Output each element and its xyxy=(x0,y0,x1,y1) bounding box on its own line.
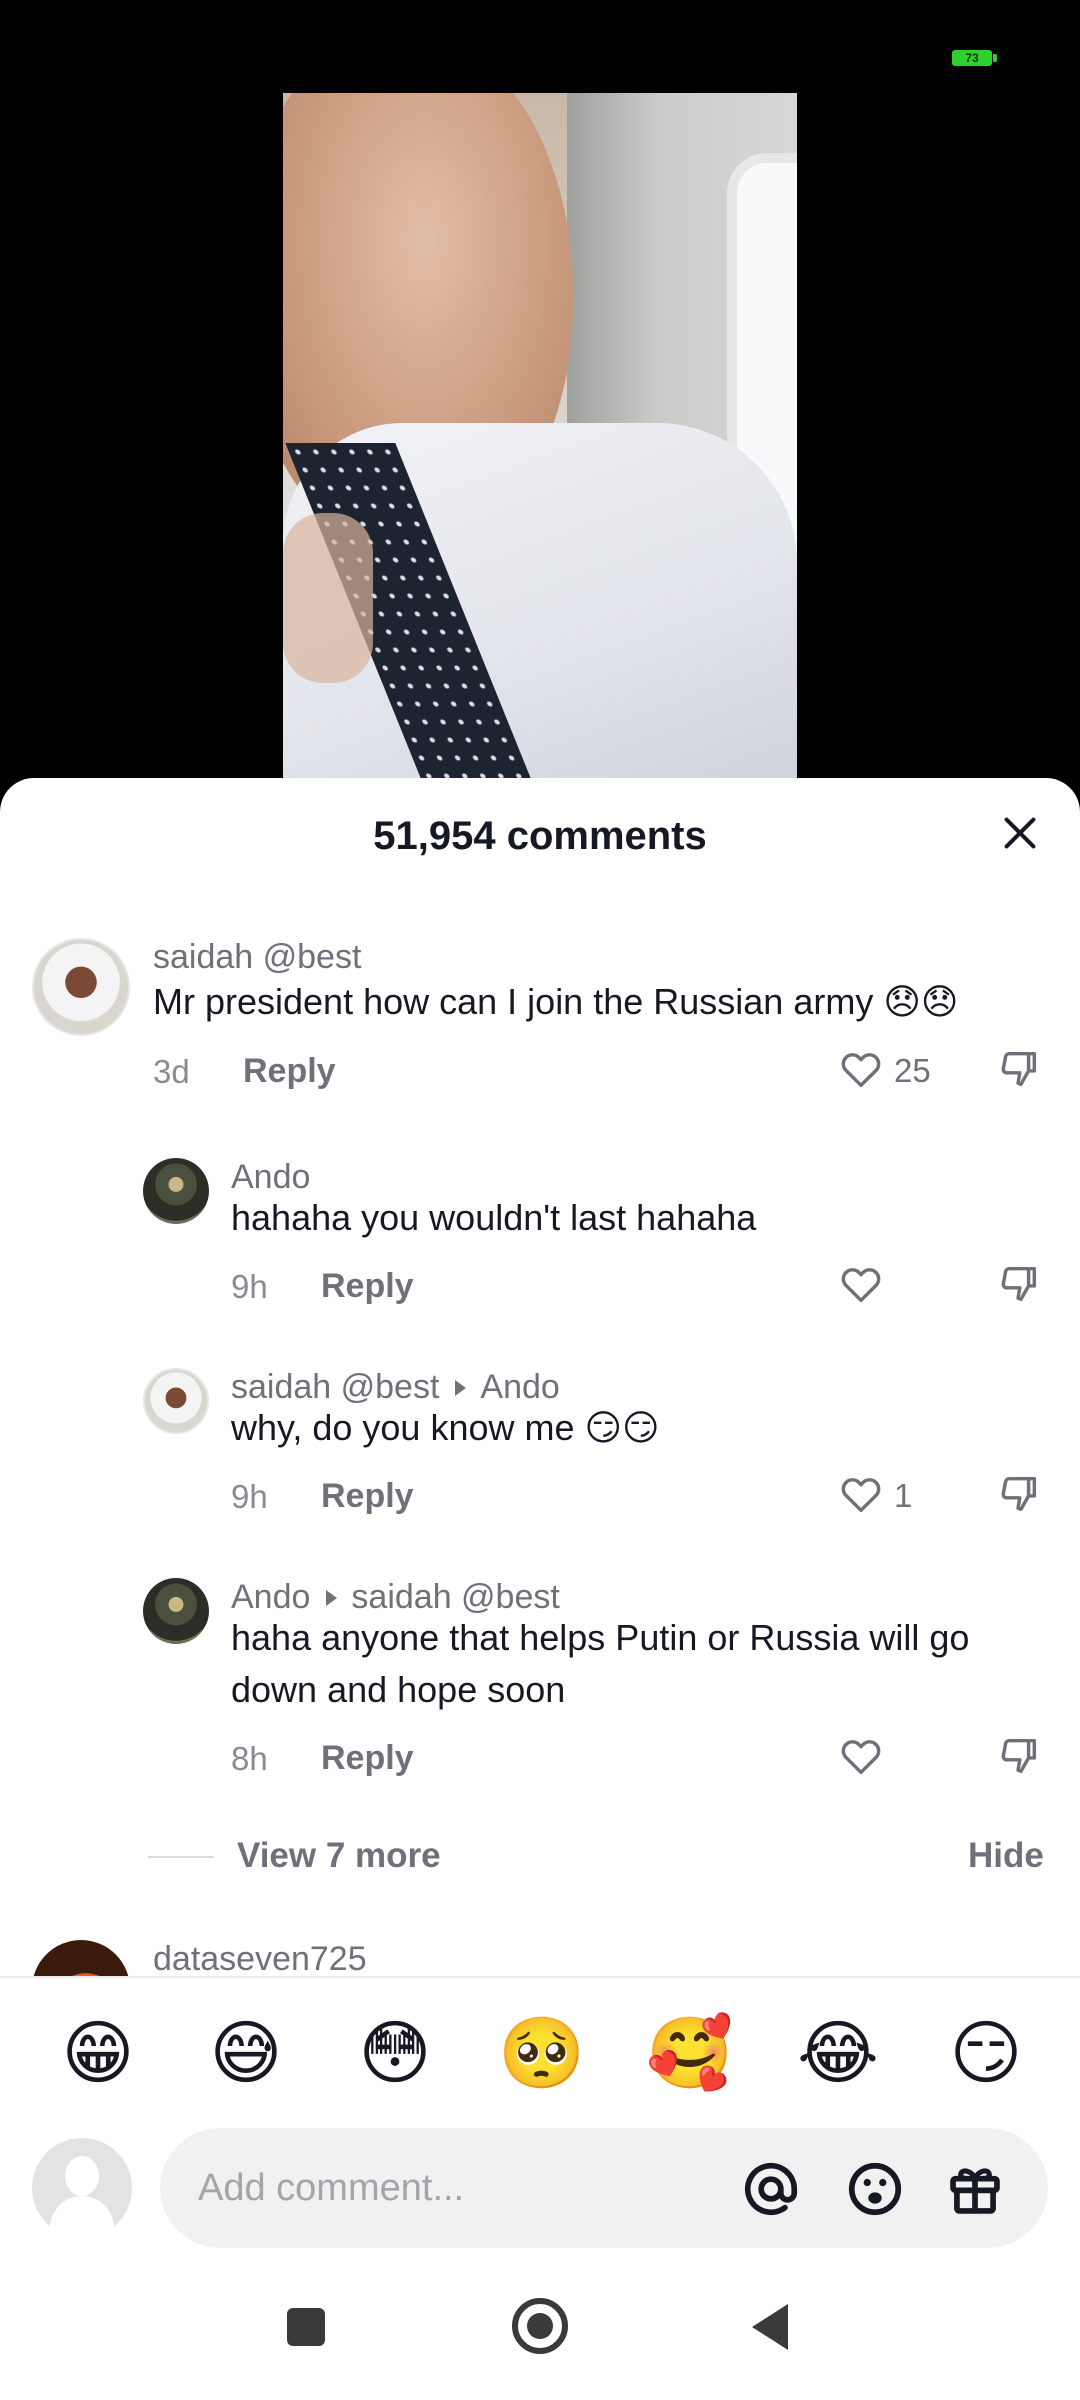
comment-text: haha anyone that helps Putin or Russia w… xyxy=(231,1617,970,1710)
like-button[interactable]: 1 xyxy=(838,1471,938,1521)
thumbs-down-icon xyxy=(1001,1738,1037,1774)
dislike-button[interactable] xyxy=(996,1261,1044,1309)
comment-input[interactable] xyxy=(198,2158,738,2218)
comments-header: 51,954 comments xyxy=(0,778,1080,898)
comments-count-title: 51,954 comments xyxy=(373,814,707,858)
battery-icon: 73 xyxy=(952,50,997,66)
emoji-button[interactable]: 🥰 xyxy=(645,2008,735,2098)
comment-text: hahaha you wouldn't last hahaha xyxy=(231,1197,757,1238)
emoji-button[interactable]: 😳 xyxy=(350,2008,440,2098)
reply-target[interactable]: Ando xyxy=(480,1368,559,1406)
comment-input-row xyxy=(0,2128,1080,2248)
my-avatar[interactable] xyxy=(32,2138,132,2238)
avatar[interactable] xyxy=(143,1578,209,1644)
comment-time: 9h xyxy=(231,1268,268,1305)
view-more-replies-button[interactable]: View 7 more xyxy=(237,1836,441,1876)
gift-icon[interactable] xyxy=(944,2158,1006,2220)
reply-button[interactable]: Reply xyxy=(243,1052,336,1091)
like-button[interactable] xyxy=(838,1733,898,1783)
comment-text: why, do you know me 😏😏 xyxy=(231,1407,660,1448)
comment-item: dataseven725 xyxy=(0,1940,1080,1980)
reply-button[interactable]: Reply xyxy=(321,1739,414,1778)
home-button[interactable] xyxy=(512,2298,568,2354)
avatar[interactable] xyxy=(32,1940,130,1980)
comment-item: saidah @best Mr president how can I join… xyxy=(0,938,1080,1091)
comment-composer: 😁 😅 😳 🥺 🥰 😂 😏 xyxy=(0,1976,1080,2400)
like-count: 25 xyxy=(894,1052,931,1089)
comment-username[interactable]: saidah @best xyxy=(153,938,361,977)
dislike-button[interactable] xyxy=(996,1733,1044,1781)
video-preview[interactable] xyxy=(283,93,797,783)
comment-time: 8h xyxy=(231,1740,268,1777)
heart-icon xyxy=(841,1268,881,1303)
dislike-button[interactable] xyxy=(996,1471,1044,1519)
reply-button[interactable]: Reply xyxy=(321,1477,414,1516)
comment-input-box[interactable] xyxy=(160,2128,1048,2248)
avatar[interactable] xyxy=(143,1158,209,1224)
avatar[interactable] xyxy=(32,938,130,1036)
thumbs-down-icon xyxy=(1001,1051,1037,1087)
reply-item: Ando hahaha you wouldn't last hahaha 9h … xyxy=(0,1158,1080,1305)
avatar[interactable] xyxy=(143,1368,209,1434)
view-more-row: View 7 more Hide xyxy=(0,1828,1080,1888)
heart-icon xyxy=(841,1478,881,1513)
emoji-button[interactable]: 🥺 xyxy=(497,2008,587,2098)
comment-time: 3d xyxy=(153,1053,190,1090)
heart-icon xyxy=(841,1740,881,1775)
back-button[interactable] xyxy=(752,2304,788,2350)
emoji-button[interactable]: 😅 xyxy=(201,2008,291,2098)
status-bar: 73 xyxy=(0,0,1080,90)
reply-arrow-icon xyxy=(455,1380,467,1397)
reply-arrow-icon xyxy=(326,1590,338,1607)
heart-icon xyxy=(841,1053,881,1088)
reply-author[interactable]: saidah @best xyxy=(231,1368,439,1406)
emoji-button[interactable]: 😁 xyxy=(53,2008,143,2098)
reply-target[interactable]: saidah @best xyxy=(351,1578,559,1616)
comment-text: Mr president how can I join the Russian … xyxy=(153,981,959,1022)
hide-replies-button[interactable]: Hide xyxy=(968,1836,1044,1876)
system-nav-bar xyxy=(0,2268,1080,2400)
quick-emoji-row: 😁 😅 😳 🥺 🥰 😂 😏 xyxy=(0,2008,1080,2098)
thumbs-down-icon xyxy=(1001,1266,1037,1302)
recents-button[interactable] xyxy=(287,2308,325,2346)
comment-time: 9h xyxy=(231,1478,268,1515)
reply-item: Ando saidah @best haha anyone that helps … xyxy=(0,1578,1080,1777)
like-button[interactable]: 25 xyxy=(838,1046,958,1096)
thumbs-down-icon xyxy=(1001,1476,1037,1512)
emoji-icon[interactable] xyxy=(844,2158,906,2220)
reply-item: saidah @best Ando why, do you know me 😏😏 … xyxy=(0,1368,1080,1515)
close-icon[interactable] xyxy=(995,808,1045,858)
emoji-button[interactable]: 😏 xyxy=(941,2008,1031,2098)
like-button[interactable] xyxy=(838,1261,898,1311)
emoji-button[interactable]: 😂 xyxy=(793,2008,883,2098)
mention-icon[interactable] xyxy=(740,2158,802,2220)
dislike-button[interactable] xyxy=(996,1046,1044,1094)
comment-username[interactable]: dataseven725 xyxy=(153,1940,367,1979)
reply-button[interactable]: Reply xyxy=(321,1267,414,1306)
like-count: 1 xyxy=(894,1477,913,1514)
reply-author[interactable]: Ando xyxy=(231,1578,310,1616)
divider xyxy=(148,1856,214,1858)
